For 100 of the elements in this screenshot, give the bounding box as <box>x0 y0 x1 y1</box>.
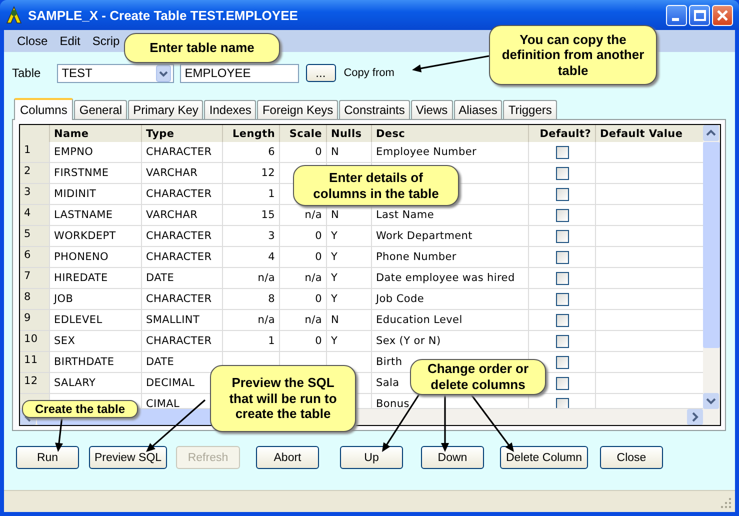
action-button[interactable]: Delete Column <box>500 446 588 469</box>
scroll-up-icon[interactable] <box>703 125 719 141</box>
row-number: 10 <box>20 331 50 352</box>
table-cell: Y <box>327 268 372 289</box>
checkbox[interactable] <box>556 272 568 284</box>
maximize-button[interactable] <box>689 4 710 26</box>
table-name-field[interactable]: EMPLOYEE <box>180 64 299 82</box>
table-cell: 0 <box>280 226 327 247</box>
tab[interactable]: Indexes <box>204 100 256 119</box>
close-icon <box>717 10 728 20</box>
window-title: SAMPLE_X - Create Table TEST.EMPLOYEE <box>28 8 299 22</box>
action-button[interactable]: Abort <box>256 446 319 469</box>
minimize-button[interactable] <box>666 4 687 26</box>
table-cell: CHARACTER <box>142 331 223 352</box>
table-cell: SALARY <box>50 373 142 394</box>
tab[interactable]: Foreign Keys <box>257 100 338 119</box>
table-cell: Y <box>327 247 372 268</box>
action-button[interactable]: Close <box>600 446 663 469</box>
table-cell: Y <box>327 289 372 310</box>
table-cell: Y <box>327 331 372 352</box>
table-cell: 1 <box>223 184 280 205</box>
tab[interactable]: Aliases <box>454 100 502 119</box>
table-cell: Job Code <box>372 289 529 310</box>
table-cell: HIREDATE <box>50 268 142 289</box>
checkbox[interactable] <box>556 356 568 368</box>
table-cell: SMALLINT <box>142 310 223 331</box>
table-cell: 1 <box>223 331 280 352</box>
maximize-icon <box>694 10 706 20</box>
tab[interactable]: Columns <box>14 98 74 120</box>
corner-cell <box>20 125 50 142</box>
table-cell: BIRTHDATE <box>50 352 142 373</box>
table-cell: EDLEVEL <box>50 310 142 331</box>
column-header: Type <box>142 125 223 142</box>
table-cell: CHARACTER <box>142 184 223 205</box>
table-cell: Y <box>327 226 372 247</box>
table-cell: DATE <box>142 268 223 289</box>
action-button[interactable]: Preview SQL <box>89 446 167 469</box>
checkbox[interactable] <box>556 334 568 348</box>
tab[interactable]: Constraints <box>339 100 410 119</box>
table-cell: 0 <box>280 247 327 268</box>
menu-item[interactable]: Edit <box>60 34 80 48</box>
row-number: 1 <box>20 142 50 163</box>
callout-tooltip: You can copy the definition from another table <box>489 25 657 85</box>
schema-dropdown[interactable]: TEST <box>56 64 174 82</box>
tab[interactable]: Triggers <box>503 100 557 119</box>
table-cell: n/a <box>223 268 280 289</box>
scroll-thumb[interactable] <box>703 142 720 348</box>
checkbox[interactable] <box>556 188 568 200</box>
table-cell: VARCHAR <box>142 205 223 226</box>
scroll-down-icon[interactable] <box>703 393 719 409</box>
checkbox[interactable] <box>556 166 568 180</box>
menu-item[interactable]: Scrip <box>92 34 120 48</box>
table-cell: n/a <box>280 268 327 289</box>
column-header: Name <box>50 125 142 142</box>
table-cell: VARCHAR <box>142 163 223 184</box>
table-cell: N <box>327 310 372 331</box>
table-cell: CHARACTER <box>142 226 223 247</box>
checkbox[interactable] <box>556 398 568 408</box>
table-cell: 4 <box>223 247 280 268</box>
action-button[interactable]: Run <box>16 446 79 469</box>
action-button[interactable]: Up <box>340 446 403 469</box>
checkbox[interactable] <box>556 314 568 326</box>
table-cell: Employee Number <box>372 142 529 163</box>
table-cell: SEX <box>50 331 142 352</box>
callout-tooltip: Preview the SQL that will be run to create the table <box>210 365 356 432</box>
table-cell: 8 <box>223 289 280 310</box>
copy-from-label: Copy from <box>344 67 394 79</box>
checkbox[interactable] <box>556 376 568 390</box>
scroll-right-icon[interactable] <box>687 409 703 425</box>
table-cell: PHONENO <box>50 247 142 268</box>
vertical-scrollbar[interactable] <box>703 125 720 425</box>
checkbox[interactable] <box>556 208 568 222</box>
tab[interactable]: General <box>74 100 128 119</box>
tab[interactable]: Views <box>410 100 453 119</box>
menu-item[interactable]: Close <box>17 34 48 48</box>
table-cell: Phone Number <box>372 247 529 268</box>
callout-tooltip: Enter details of columns in the table <box>293 165 459 206</box>
column-header: Nulls <box>327 125 372 142</box>
column-header: Default Value <box>596 125 703 142</box>
tab[interactable]: Primary Key <box>128 100 204 119</box>
row-number: 8 <box>20 289 50 310</box>
table-cell: 15 <box>223 205 280 226</box>
callout-tooltip: Create the table <box>22 400 138 418</box>
checkbox[interactable] <box>556 146 568 158</box>
app-icon <box>6 6 22 24</box>
checkbox[interactable] <box>556 292 568 306</box>
table-cell: WORKDEPT <box>50 226 142 247</box>
row-number: 6 <box>20 247 50 268</box>
table-cell: N <box>327 142 372 163</box>
action-button[interactable]: Down <box>421 446 484 469</box>
table-label: Table <box>12 66 41 80</box>
close-button[interactable] <box>712 4 733 26</box>
callout-tooltip: Change order or delete columns <box>410 359 546 395</box>
checkbox[interactable] <box>556 250 568 264</box>
row-number: 4 <box>20 205 50 226</box>
table-cell: Education Level <box>372 310 529 331</box>
browse-button[interactable]: ... <box>306 64 336 82</box>
row-number: 2 <box>20 163 50 184</box>
checkbox[interactable] <box>556 230 568 242</box>
table-cell: 0 <box>280 142 327 163</box>
